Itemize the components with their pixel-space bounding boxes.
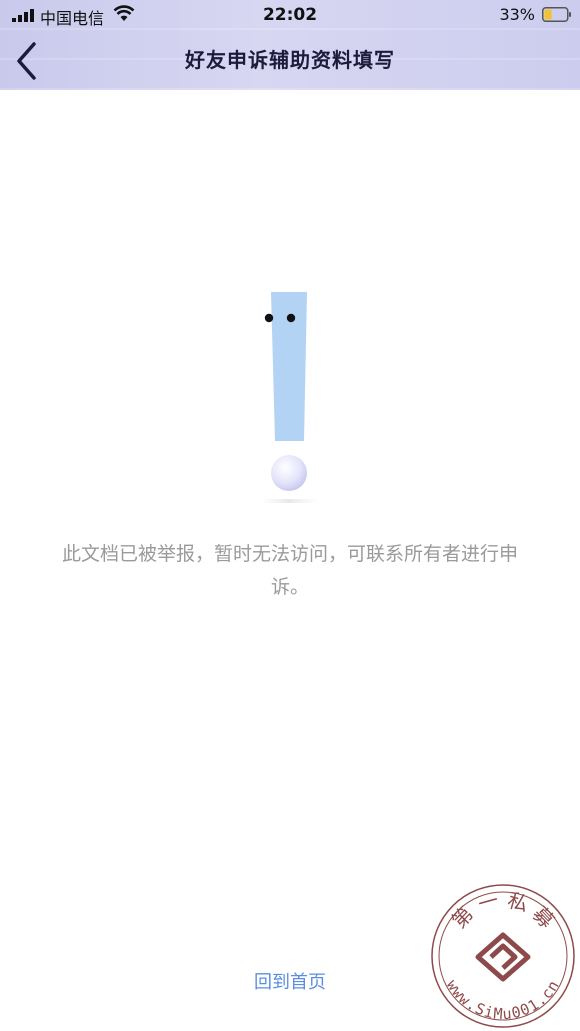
clock: 22:02 xyxy=(262,5,318,25)
battery-percent: 33% xyxy=(499,5,535,24)
header-bar: 中国电信 22:02 33% 好友申诉辅助资料填写 xyxy=(0,0,580,90)
nav-bar: 好友申诉辅助资料填写 xyxy=(0,30,580,90)
eye-left xyxy=(264,313,274,323)
eye-right xyxy=(286,313,296,323)
exclamation-dot xyxy=(271,455,307,491)
blocked-message: 此文档已被举报，暂时无法访问，可联系所有者进行申诉。 xyxy=(61,543,518,598)
watermark-stamp: 第 一 私 募 www.SiMu001.cn xyxy=(431,884,575,1028)
exclamation-illustration xyxy=(260,292,318,503)
battery-icon xyxy=(542,7,571,22)
shadow xyxy=(260,499,318,503)
page-title: 好友申诉辅助资料填写 xyxy=(185,48,395,72)
status-bar: 中国电信 22:02 33% xyxy=(0,0,580,30)
